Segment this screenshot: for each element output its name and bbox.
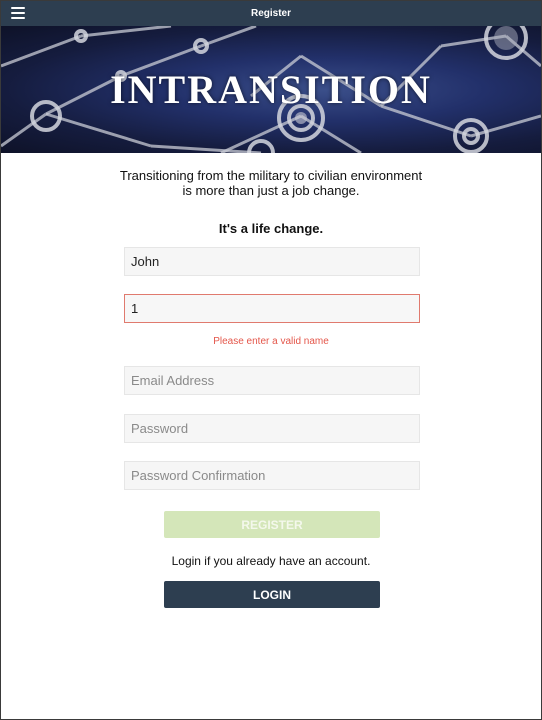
first-name-input[interactable] (131, 254, 413, 269)
hamburger-menu-icon[interactable] (11, 7, 25, 19)
page-title: Register (250, 8, 291, 19)
password-field[interactable] (124, 414, 420, 443)
intro-line-2: is more than just a job change. (182, 183, 360, 198)
last-name-input[interactable] (131, 301, 413, 316)
intro-line-1: Transitioning from the military to civil… (119, 168, 423, 183)
last-name-field[interactable] (124, 294, 420, 323)
last-name-error: Please enter a valid name (213, 336, 329, 347)
email-field[interactable] (124, 366, 420, 395)
hero-banner: INTRANSITION (1, 26, 541, 153)
email-input[interactable] (131, 373, 413, 388)
top-bar: Register (1, 1, 541, 26)
app-window: Register INTRANSITION Transitioning from… (0, 0, 542, 720)
password-input[interactable] (131, 421, 413, 436)
intro-text: Transitioning from the military to civil… (1, 168, 541, 198)
hero-title: INTRANSITION (110, 67, 432, 112)
first-name-field[interactable] (124, 247, 420, 276)
login-button[interactable]: LOGIN (164, 581, 380, 608)
login-hint: Login if you already have an account. (171, 554, 371, 568)
password-confirmation-field[interactable] (124, 461, 420, 490)
intro-emphasis: It's a life change. (218, 221, 324, 236)
password-confirmation-input[interactable] (131, 468, 413, 483)
register-button[interactable]: REGISTER (164, 511, 380, 538)
